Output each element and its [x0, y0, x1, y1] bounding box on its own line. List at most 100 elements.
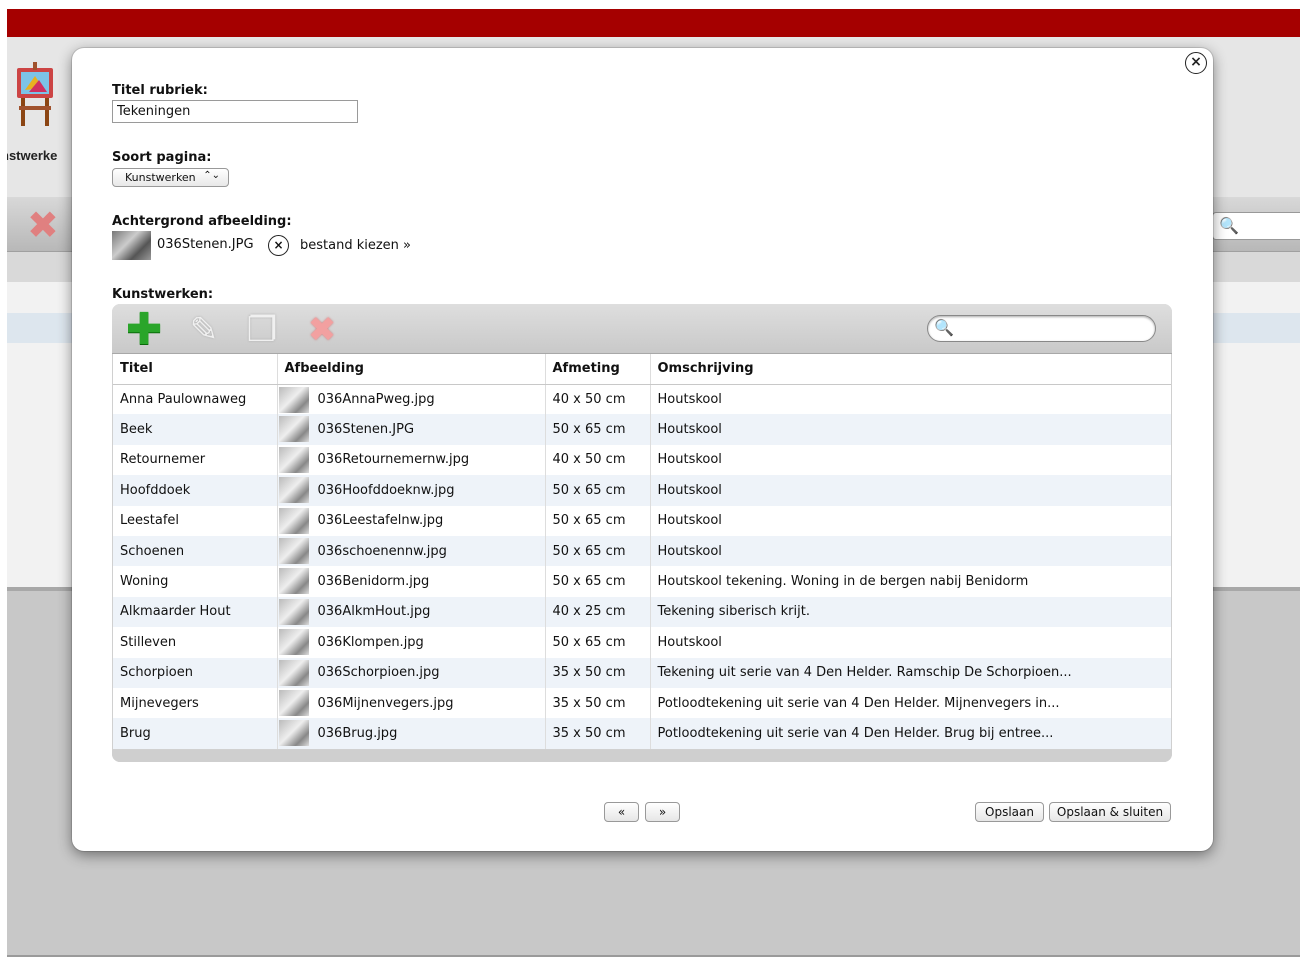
cell-title: Schorpioen [113, 657, 278, 688]
bottom-strip [7, 957, 1300, 965]
cell-description: Potloodtekening uit serie van 4 Den Held… [657, 695, 1060, 711]
artwork-thumbnail [278, 416, 309, 443]
artwork-thumbnail [278, 720, 309, 747]
image-filename: 036Leestafelnw.jpg [317, 513, 444, 529]
image-filename: 036Mijnenvegers.jpg [317, 695, 454, 711]
artwork-thumbnail [278, 477, 309, 504]
app-search-input[interactable]: 🔍 [1212, 212, 1300, 240]
artwork-thumbnail [278, 659, 309, 686]
title-input[interactable] [112, 100, 358, 123]
remove-background-icon[interactable]: × [268, 235, 289, 256]
image-filename: 036Benidorm.jpg [317, 574, 430, 590]
page-type-value: Kunstwerken [125, 171, 196, 184]
image-filename: 036Brug.jpg [317, 725, 398, 741]
column-header-size[interactable]: Afmeting [545, 354, 651, 385]
artwork-thumbnail [278, 446, 309, 473]
grid-search-field[interactable]: 🔍 [927, 315, 1156, 342]
table-row[interactable]: Mijnevegers 036Mijnenvegers.jpg 35 x 50 cm… [113, 687, 1171, 719]
artwork-thumbnail [278, 537, 309, 564]
copy-icon[interactable]: ❐ [242, 310, 282, 350]
page-type-select[interactable]: Kunstwerken ⌃⌄ [112, 168, 229, 187]
search-icon: 🔍 [1219, 216, 1239, 235]
choose-file-link[interactable]: bestand kiezen » [300, 238, 411, 253]
background-image-thumbnail [112, 231, 151, 260]
background-image-label: Achtergrond afbeelding: [112, 214, 292, 229]
cell-title: Schoenen [113, 535, 278, 567]
artwork-thumbnail [278, 689, 309, 716]
column-header-image[interactable]: Afbeelding [277, 354, 546, 385]
cell-size: 35 x 50 cm [545, 657, 651, 688]
cell-image: 036schoenennw.jpg [277, 535, 546, 567]
artwork-thumbnail [278, 629, 309, 656]
page-type-label: Soort pagina: [112, 150, 212, 165]
save-and-close-button[interactable]: Opslaan & sluiten [1049, 802, 1171, 822]
cell-image: 036Brug.jpg [277, 718, 546, 749]
artwork-thumbnail [278, 386, 309, 413]
cell-description: Houtskool [657, 482, 722, 498]
table-row[interactable]: Alkmaarder Hout 036AlkmHout.jpg 40 x 25 cm… [113, 596, 1171, 628]
table-row[interactable]: Stilleven 036Klompen.jpg 50 x 65 cm Houtsko… [113, 627, 1171, 658]
cell-image: 036Hoofddoeknw.jpg [277, 475, 546, 506]
table-row[interactable]: Anna Paulownaweg 036AnnaPweg.jpg 40 x 50 c… [113, 384, 1171, 415]
cell-title: Mijnevegers [113, 687, 278, 719]
image-filename: 036Hoofddoeknw.jpg [317, 482, 455, 498]
image-filename: 036schoenennw.jpg [317, 543, 447, 559]
grid-footer [112, 750, 1172, 762]
table-row[interactable]: Brug 036Brug.jpg 35 x 50 cm Potloodtekening… [113, 718, 1171, 749]
cell-image: 036Mijnenvegers.jpg [277, 687, 546, 719]
table-row[interactable]: Leestafel 036Leestafelnw.jpg 50 x 65 cm Hou… [113, 505, 1171, 536]
cell-title: Beek [113, 414, 278, 445]
table-row[interactable]: Schorpioen 036Schorpioen.jpg 35 x 50 cm Tek… [113, 657, 1171, 688]
cell-size: 50 x 65 cm [545, 505, 651, 536]
edit-icon[interactable]: ✎ [184, 310, 224, 350]
cell-description: Houtskool [657, 422, 722, 438]
previous-button[interactable]: « [604, 802, 639, 822]
cell-title: Stilleven [113, 627, 278, 658]
cell-size: 50 x 65 cm [545, 566, 651, 597]
save-button[interactable]: Opslaan [975, 802, 1044, 822]
table-row[interactable]: Beek 036Stenen.JPG 50 x 65 cm Houtskool [113, 414, 1171, 445]
cell-title: Retournemer [113, 444, 278, 476]
grid-toolbar: ✚ ✎ ❐ ✖ 🔍 [112, 304, 1172, 354]
delete-icon[interactable]: ✖ [27, 206, 59, 244]
close-icon[interactable]: × [1185, 52, 1207, 74]
cell-image: 036Stenen.JPG [277, 414, 546, 445]
select-arrows-icon: ⌃⌄ [203, 170, 220, 181]
cell-image: 036Leestafelnw.jpg [277, 505, 546, 536]
artwork-thumbnail [278, 598, 309, 625]
grid-search-input[interactable] [954, 319, 1144, 336]
easel-icon[interactable] [13, 62, 57, 128]
cell-title: Alkmaarder Hout [113, 596, 278, 628]
app-label[interactable]: nstwerke [7, 148, 57, 163]
artworks-table: Titel Afbeelding Afmeting Omschrijving A… [113, 354, 1171, 749]
cell-description: Houtskool [657, 391, 722, 407]
column-header-description[interactable]: Omschrijving [650, 354, 1171, 385]
artworks-grid: ✚ ✎ ❐ ✖ 🔍 Titel Afbeelding Afmeting Omsc… [112, 304, 1172, 762]
column-header-title[interactable]: Titel [113, 354, 278, 385]
table-row[interactable]: Retournemer 036Retournemernw.jpg 40 x 50 c… [113, 444, 1171, 476]
cell-image: 036Schorpioen.jpg [277, 657, 546, 688]
table-row[interactable]: Schoenen 036schoenennw.jpg 50 x 65 cm Houts… [113, 535, 1171, 567]
delete-icon[interactable]: ✖ [302, 310, 342, 350]
cell-size: 40 x 25 cm [545, 596, 651, 628]
cell-description: Houtskool [657, 543, 722, 559]
table-row[interactable]: Hoofddoek 036Hoofddoeknw.jpg 50 x 65 cm Hou… [113, 475, 1171, 506]
cell-size: 35 x 50 cm [545, 718, 651, 749]
artworks-label: Kunstwerken: [112, 287, 214, 302]
add-icon[interactable]: ✚ [124, 308, 164, 352]
app-topbar [7, 9, 1300, 37]
top-strip [7, 0, 1300, 9]
title-label: Titel rubriek: [112, 83, 208, 98]
cell-size: 50 x 65 cm [545, 414, 651, 445]
next-button[interactable]: » [645, 802, 680, 822]
table-row[interactable]: Woning 036Benidorm.jpg 50 x 65 cm Houtskool… [113, 566, 1171, 597]
image-filename: 036AlkmHout.jpg [317, 604, 431, 620]
cell-description: Houtskool tekening. Woning in de bergen … [657, 574, 1029, 590]
edit-category-dialog: × Titel rubriek: Soort pagina: Kunstwerk… [72, 48, 1213, 851]
cell-title: Brug [113, 718, 278, 749]
cell-image: 036AlkmHout.jpg [277, 596, 546, 628]
artwork-thumbnail [278, 568, 309, 595]
background-image-filename: 036Stenen.JPG [157, 237, 254, 252]
cell-size: 35 x 50 cm [545, 687, 651, 719]
cell-size: 40 x 50 cm [545, 444, 651, 476]
